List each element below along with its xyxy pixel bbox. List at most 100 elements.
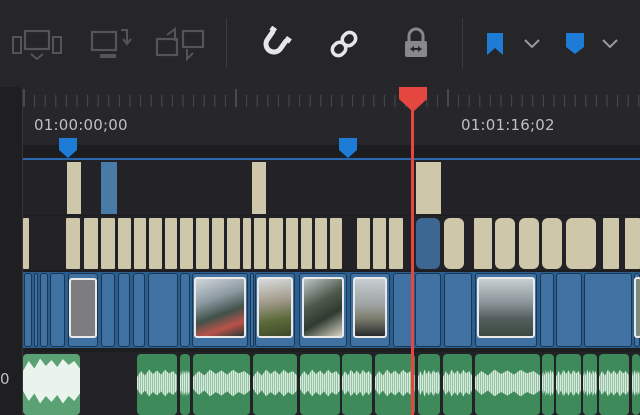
timecode-label-start: 01:00:00;00 <box>34 116 128 134</box>
subtitle-clip[interactable] <box>474 218 492 269</box>
audio-clip[interactable] <box>583 354 597 415</box>
audio-waveform <box>443 369 472 397</box>
subtitle-clip[interactable] <box>444 218 464 269</box>
audio-waveform <box>137 369 177 397</box>
subtitle-clip[interactable] <box>118 218 131 269</box>
subtitle-clip[interactable] <box>428 162 441 214</box>
audio-waveform <box>632 369 640 397</box>
snapping-magnet-icon[interactable] <box>254 19 294 69</box>
marker-dropdown-chevron-down-icon[interactable] <box>598 19 622 69</box>
subtitle-clip[interactable] <box>165 218 177 269</box>
audio-clip[interactable] <box>23 354 80 415</box>
audio-clip[interactable] <box>556 354 581 415</box>
track-header-strip <box>0 87 23 415</box>
multicam-monitor-icon[interactable] <box>10 19 64 69</box>
subtitle-clip[interactable] <box>301 218 312 269</box>
flag-dropdown-chevron-down-icon[interactable] <box>520 19 544 69</box>
video-clip[interactable] <box>444 273 472 347</box>
video-clip[interactable] <box>101 273 115 347</box>
subtitle-clip[interactable] <box>66 218 80 269</box>
swap-clips-icon[interactable] <box>152 19 210 69</box>
video-clip-thumbnail <box>69 278 97 338</box>
video-clip[interactable] <box>118 273 130 347</box>
toolbar-separator <box>226 18 227 68</box>
subtitle-clip[interactable] <box>357 218 370 269</box>
subtitle-clip[interactable] <box>254 218 266 269</box>
video-clip[interactable] <box>415 273 441 347</box>
subtitle-clip[interactable] <box>84 218 98 269</box>
audio-clip[interactable] <box>599 354 629 415</box>
video-clip[interactable] <box>40 273 48 347</box>
subtitle-clip[interactable] <box>495 218 515 269</box>
subtitle-clip[interactable] <box>227 218 240 269</box>
subtitle-clip[interactable] <box>252 162 266 214</box>
subtitle-clip[interactable] <box>519 218 539 269</box>
video-clip[interactable] <box>556 273 582 347</box>
subtitle-clip[interactable] <box>134 218 146 269</box>
audio-waveform <box>583 369 597 397</box>
position-lock-icon[interactable] <box>396 19 436 69</box>
audio-clip[interactable] <box>253 354 297 415</box>
audio-waveform <box>300 369 340 397</box>
audio-waveform <box>375 369 415 397</box>
subtitle-clip[interactable] <box>330 218 342 269</box>
video-clip-thumbnail <box>634 277 640 338</box>
timecode-label-next: 01:01:16;02 <box>461 116 555 134</box>
audio-waveform <box>556 369 581 397</box>
subtitle-clip[interactable] <box>603 218 619 269</box>
subtitle-clip[interactable] <box>389 218 403 269</box>
subtitle-clip[interactable] <box>286 218 298 269</box>
audio-clip[interactable] <box>632 354 640 415</box>
video-clip[interactable] <box>180 273 190 347</box>
video-clip[interactable] <box>250 273 254 347</box>
subtitle-clip[interactable] <box>196 218 209 269</box>
audio-waveform <box>418 369 440 397</box>
video-clip[interactable] <box>393 273 413 347</box>
audio-clip[interactable] <box>475 354 540 415</box>
subtitle-clip[interactable] <box>212 218 224 269</box>
subtitle-clip[interactable] <box>542 218 562 269</box>
audio-waveform <box>193 369 250 397</box>
audio-waveform <box>342 369 372 397</box>
subtitle-clip[interactable] <box>625 218 640 269</box>
subtitle-clip[interactable] <box>67 162 81 214</box>
video-clip[interactable] <box>34 273 38 347</box>
subtitle-clip[interactable] <box>101 218 115 269</box>
video-clip-thumbnail <box>302 277 344 338</box>
subtitle-clip[interactable] <box>416 162 428 214</box>
playhead-line[interactable] <box>411 100 414 415</box>
audio-clip[interactable] <box>443 354 472 415</box>
audio-clip[interactable] <box>375 354 415 415</box>
marker-icon[interactable] <box>560 19 590 69</box>
flag-icon[interactable] <box>480 19 510 69</box>
subtitle-clip[interactable] <box>269 218 283 269</box>
video-clip-thumbnail <box>477 277 535 338</box>
replace-clip-icon[interactable] <box>86 19 134 69</box>
subtitle-clip[interactable] <box>180 218 193 269</box>
audio-clip[interactable] <box>418 354 440 415</box>
video-clip[interactable] <box>133 273 145 347</box>
audio-clip[interactable] <box>137 354 177 415</box>
video-clip[interactable] <box>50 273 65 347</box>
subtitle-clip[interactable] <box>243 218 251 269</box>
subtitle-clip[interactable] <box>101 162 117 214</box>
subtitle-clip[interactable] <box>566 218 596 269</box>
linked-selection-icon[interactable] <box>324 19 364 69</box>
audio-clip[interactable] <box>180 354 190 415</box>
audio-clip[interactable] <box>542 354 554 415</box>
audio-clip[interactable] <box>193 354 250 415</box>
video-clip[interactable] <box>540 273 554 347</box>
subtitle-clip[interactable] <box>23 218 29 269</box>
audio-track-label: 0 <box>0 370 10 388</box>
subtitle-clip[interactable] <box>373 218 386 269</box>
subtitle-clip[interactable] <box>315 218 327 269</box>
audio-clip[interactable] <box>342 354 372 415</box>
audio-clip[interactable] <box>300 354 340 415</box>
video-clip[interactable] <box>584 273 632 347</box>
subtitle-clip[interactable] <box>149 218 162 269</box>
subtitle-clip-selected[interactable] <box>416 218 440 269</box>
video-clip[interactable] <box>148 273 178 347</box>
audio-waveform <box>23 358 80 404</box>
video-clip[interactable] <box>24 273 32 347</box>
playhead-handle[interactable] <box>398 87 428 117</box>
